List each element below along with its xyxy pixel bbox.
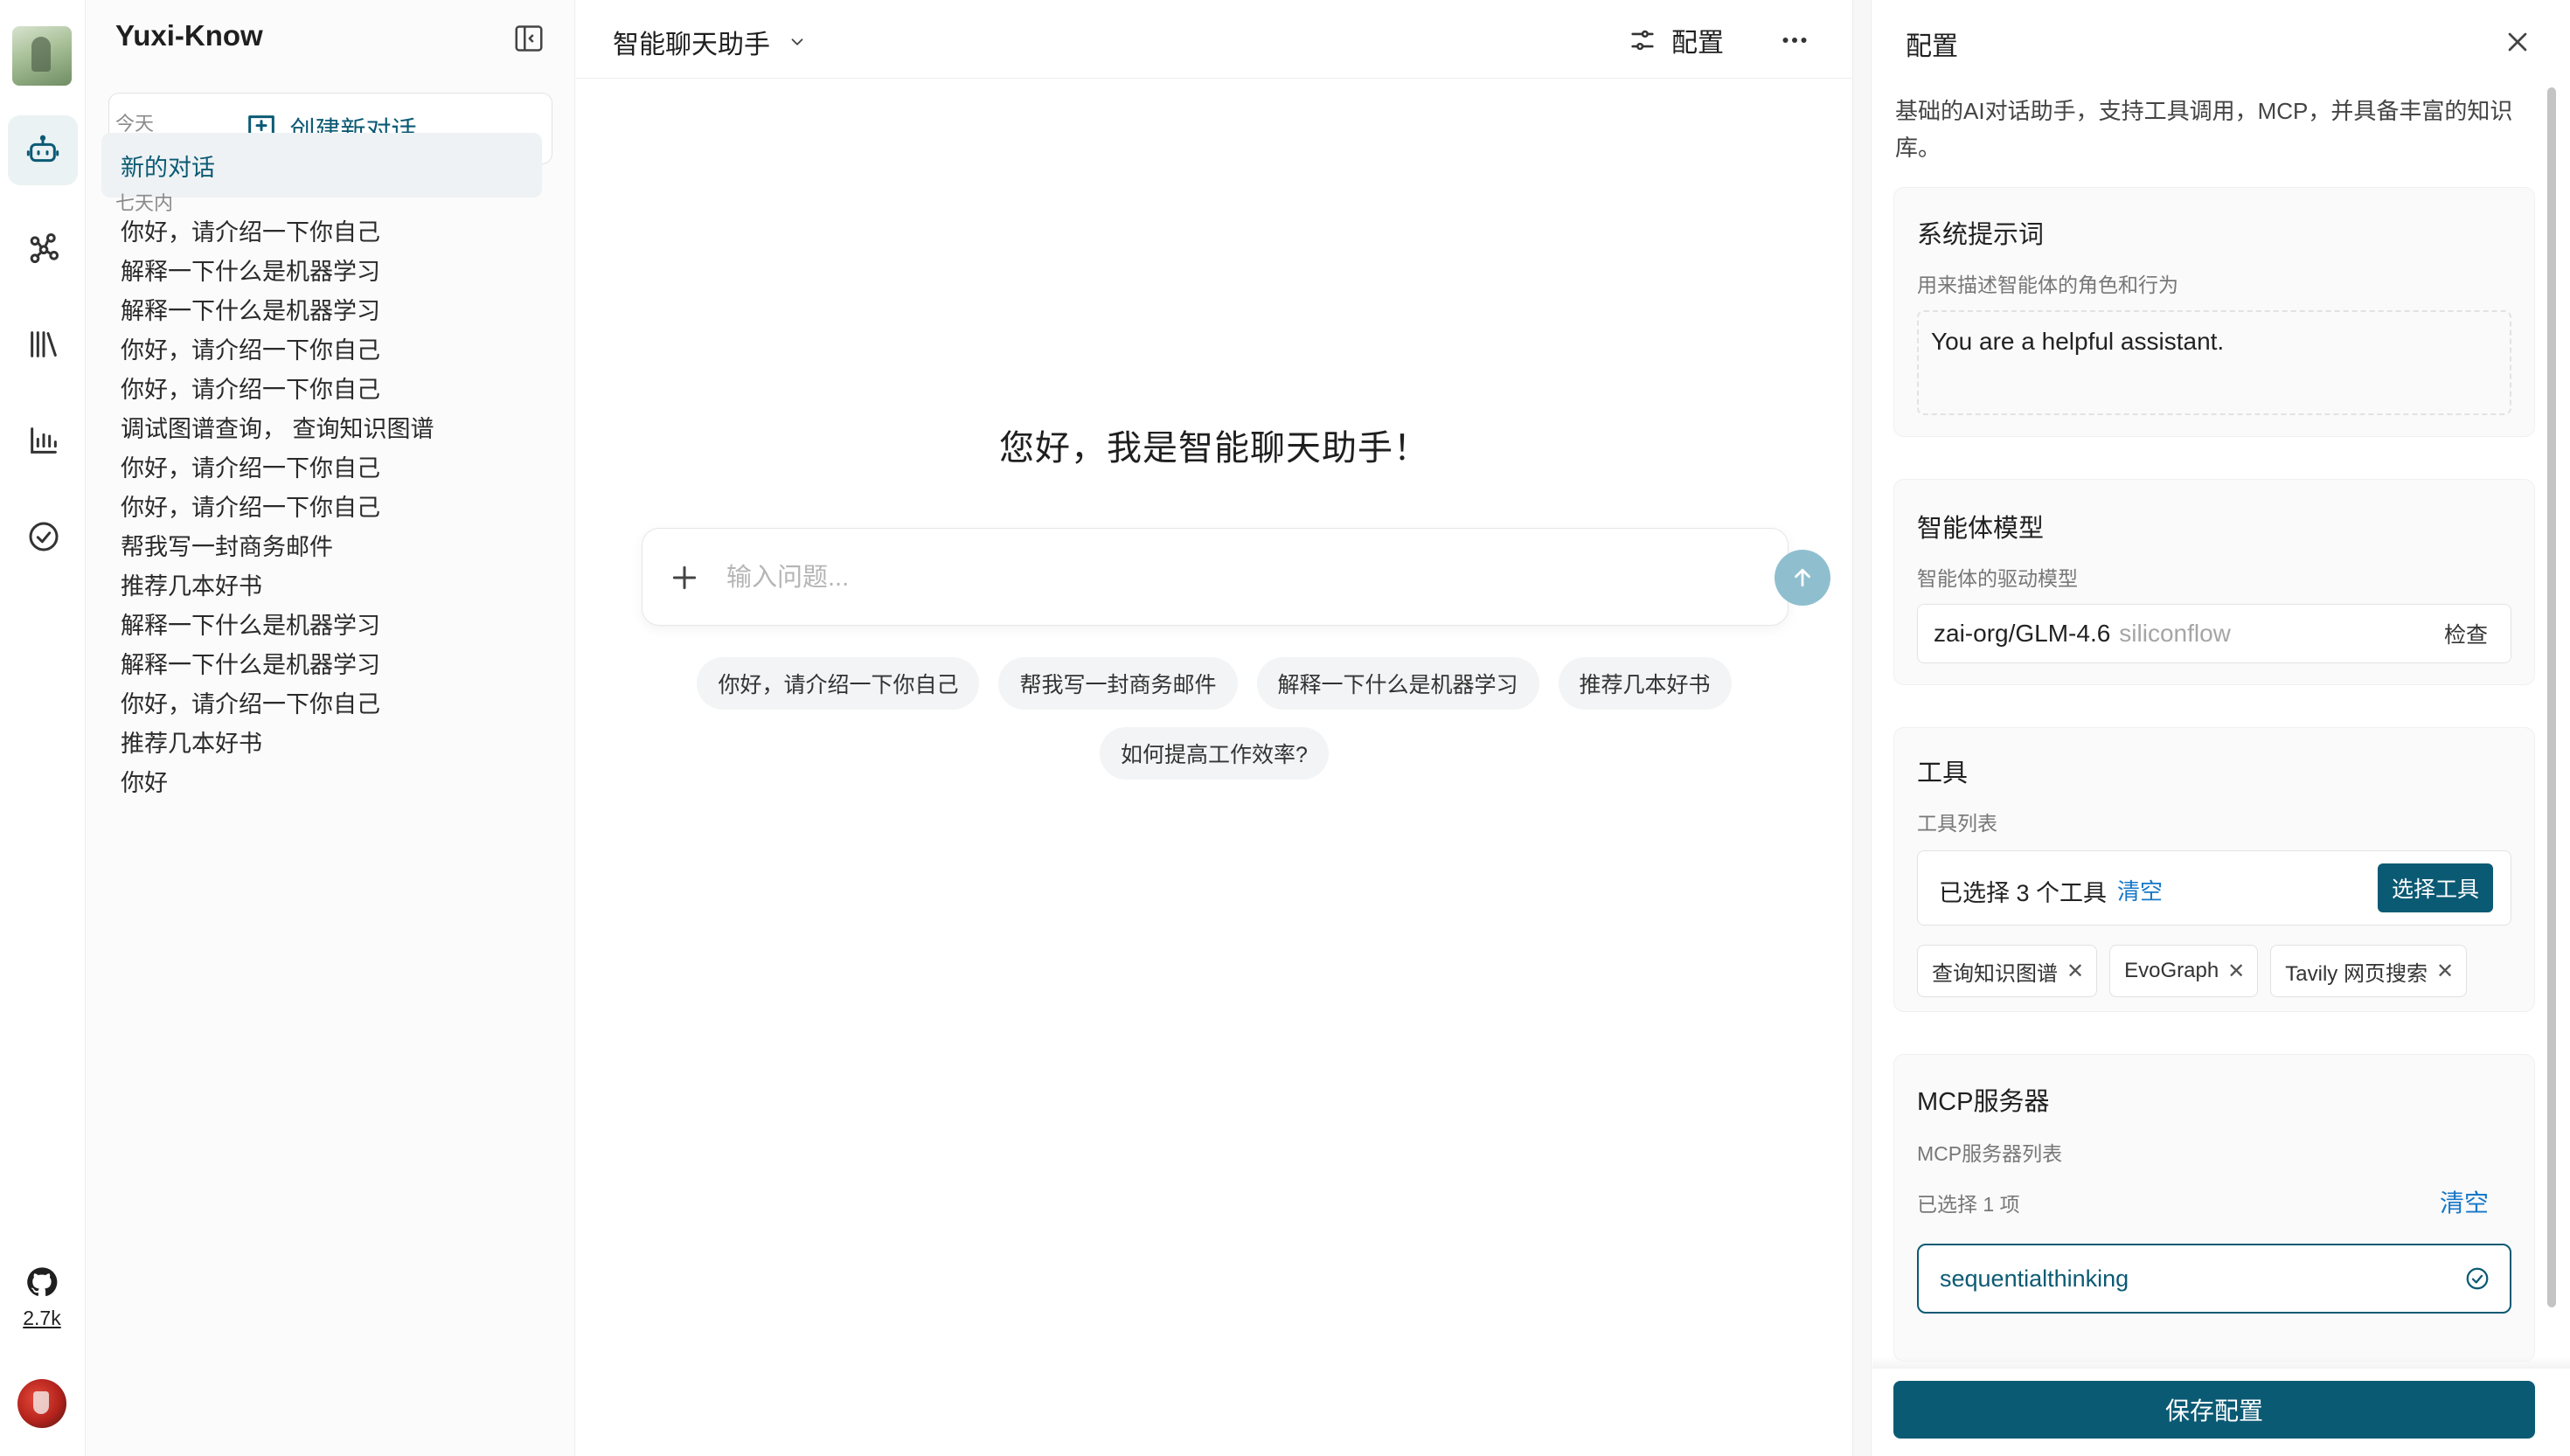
model-card: 智能体模型 智能体的驱动模型 zai-org/GLM-4.6 siliconfl… [1893,479,2535,685]
panel-divider[interactable] [1852,0,1872,1456]
model-provider: siliconflow [2119,620,2231,647]
plus-icon[interactable] [667,560,702,595]
library-icon [31,331,57,357]
github-icon [27,1267,58,1297]
rail-stats[interactable] [19,416,68,465]
config-panel: 配置 基础的AI对话助手，支持工具调用，MCP，并具备丰富的知识库。 系统提示词… [1872,0,2570,1456]
github-star-count[interactable]: 2.7k [14,1307,70,1330]
logo-figure [31,37,51,72]
system-prompt-subtitle: 用来描述智能体的角色和行为 [1917,274,2178,296]
chevron-down-icon [791,38,803,45]
brand-title: Yuxi-Know [115,19,263,52]
agent-selector[interactable]: 智能聊天助手 [613,23,807,61]
conversation-title: 你好 [121,769,168,796]
tools-title: 工具 [1917,759,1969,787]
tool-tag: EvoGraph ✕ [2109,945,2259,997]
tool-tag: Tavily 网页搜索 ✕ [2270,945,2468,997]
tool-tag-list: 查询知识图谱 ✕ EvoGraph ✕ Tavily 网页搜索 ✕ [1917,945,2468,997]
model-name: zai-org/GLM-4.6 [1934,620,2111,647]
config-panel-title: 配置 [1906,32,1958,61]
suggestion-list: 你好，请介绍一下你自己 帮我写一封商务邮件 解释一下什么是机器学习 推荐几本好书… [576,657,1852,780]
tools-subtitle: 工具列表 [1917,812,1997,835]
tool-clear-link[interactable]: 清空 [2117,874,2163,906]
remove-tag-icon[interactable]: ✕ [2066,959,2084,984]
check-circle-icon [29,522,59,551]
chat-input[interactable] [726,555,1636,600]
rail-library[interactable] [19,320,68,369]
suggestion-chip[interactable]: 如何提高工作效率? [1100,727,1329,780]
mcp-card: MCP服务器 MCP服务器列表 已选择 1 项 清空 sequentialthi… [1893,1054,2535,1362]
config-button-label: 配置 [1671,29,1724,58]
config-scrollbar[interactable] [2547,87,2556,1307]
chart-icon [31,427,57,454]
system-prompt-title: 系统提示词 [1917,221,2045,249]
close-icon[interactable] [2502,26,2533,58]
chat-input-box [642,528,1830,626]
tool-tag-label: EvoGraph [2124,959,2219,982]
send-button[interactable] [1775,550,1830,606]
save-config-button[interactable]: 保存配置 [1893,1381,2535,1439]
model-title: 智能体模型 [1917,515,2045,543]
tool-selected-count: 已选择 3 个工具 [1939,880,2108,906]
agent-icon [26,135,59,163]
suggestion-chip[interactable]: 解释一下什么是机器学习 [1256,657,1539,710]
rail-tasks[interactable] [19,512,68,561]
app-root: 2.7k Yuxi-Know 创建新对话 今天 新的对话 七天内 你好，请介绍一… [0,0,2570,1456]
remove-tag-icon[interactable]: ✕ [2436,959,2454,984]
suggestion-chip[interactable]: 推荐几本好书 [1558,657,1732,710]
agent-name: 智能聊天助手 [613,31,770,59]
rail-agent[interactable] [8,115,78,185]
system-prompt-field[interactable]: You are a helpful assistant. [1917,310,2511,415]
conversation-item[interactable]: 你好 [101,748,542,813]
panel-bottom-fade [1872,1356,2570,1369]
arrow-up-icon [1795,568,1810,587]
check-circle-icon [2466,1267,2489,1290]
select-tools-button[interactable]: 选择工具 [2378,863,2493,912]
remove-tag-icon[interactable]: ✕ [2227,959,2245,984]
rail-graph[interactable] [19,224,68,273]
suggestion-chip[interactable]: 你好，请介绍一下你自己 [697,657,980,710]
sliders-icon [1631,30,1654,51]
system-prompt-card: 系统提示词 用来描述智能体的角色和行为 You are a helpful as… [1893,187,2535,437]
config-button[interactable]: 配置 [1628,21,1724,59]
tool-tag: 查询知识图谱 ✕ [1917,945,2098,997]
app-logo[interactable] [12,26,72,86]
github-link[interactable]: 2.7k [14,1265,70,1330]
conversation-sidebar: Yuxi-Know 创建新对话 今天 新的对话 七天内 你好，请介绍一下你自己 … [86,0,575,1456]
welcome-greeting: 您好，我是智能聊天助手！ [999,429,1429,468]
agent-description: 基础的AI对话助手，支持工具调用，MCP，并具备丰富的知识库。 [1895,98,2513,161]
mcp-title: MCP服务器 [1917,1088,2050,1116]
model-check-button[interactable]: 检查 [2444,618,2488,649]
suggestion-chip[interactable]: 帮我写一封商务邮件 [998,657,1238,710]
model-subtitle: 智能体的驱动模型 [1917,567,2078,590]
icon-rail: 2.7k [0,0,86,1456]
mcp-subtitle: MCP服务器列表 [1917,1142,2063,1165]
conversation-title: 新的对话 [121,154,215,181]
sidebar-collapse-icon[interactable] [512,22,545,55]
mcp-clear-link[interactable]: 清空 [2440,1184,2489,1219]
more-dots-icon [1782,38,1807,43]
user-avatar[interactable] [17,1379,66,1428]
mcp-selected-count: 已选择 1 项 [1917,1193,2020,1216]
mcp-server-item[interactable]: sequentialthinking [1917,1244,2511,1314]
more-options-button[interactable] [1777,23,1812,58]
tool-tag-label: Tavily 网页搜索 [2285,961,2428,986]
tool-selection-box: 已选择 3 个工具 清空 选择工具 [1917,850,2511,926]
chat-header: 智能聊天助手 配置 [576,0,1852,79]
graph-icon [30,233,59,264]
tool-tag-label: 查询知识图谱 [1932,961,2058,986]
model-selector[interactable]: zai-org/GLM-4.6 siliconflow 检查 [1917,604,2511,663]
mcp-server-name: sequentialthinking [1940,1265,2129,1292]
tools-card: 工具 工具列表 已选择 3 个工具 清空 选择工具 查询知识图谱 ✕ EvoGra… [1893,727,2535,1012]
chat-main: 智能聊天助手 配置 您好，我是智能聊天助手！ 你好，请介绍一下你自己 [576,0,1852,1456]
